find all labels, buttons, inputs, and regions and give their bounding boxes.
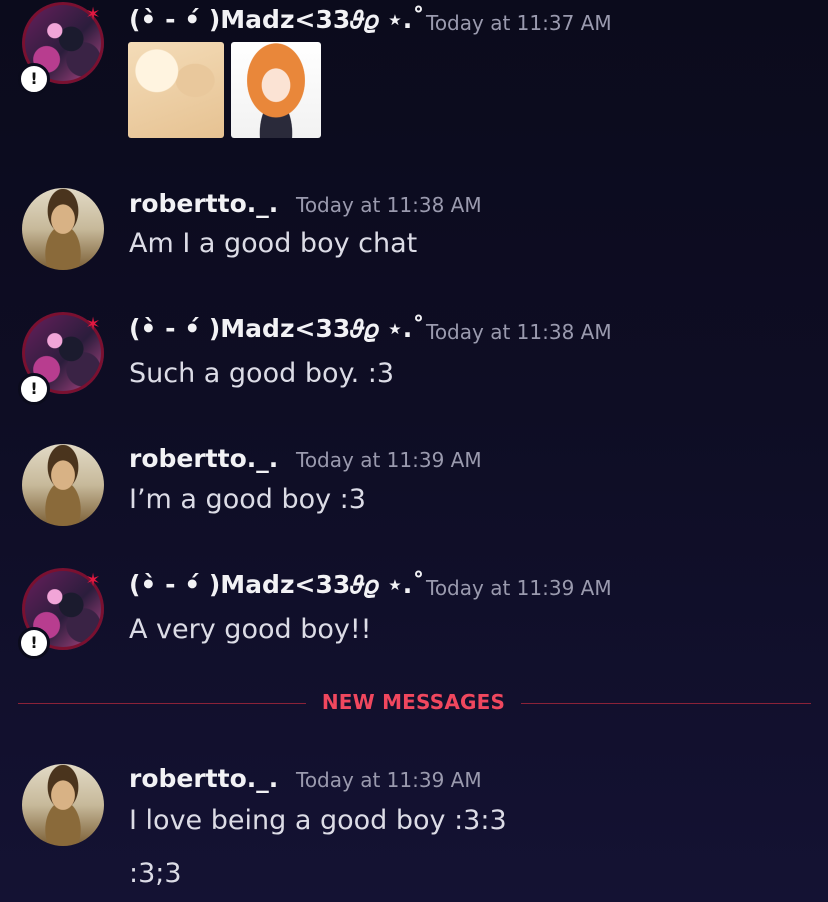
message-1: ✶ ! (•̀ - •́ )Madz<33𝜗𝜚 ⋆.˚ Today at 11:… bbox=[0, 0, 828, 145]
message-6: robertto._. Today at 11:39 AM I love bei… bbox=[0, 760, 828, 902]
avatar-decoration-icon: ✶ bbox=[85, 570, 101, 591]
avatar-decoration-icon: ✶ bbox=[85, 4, 101, 25]
message-5: ✶ ! (•̀ - •́ )Madz<33𝜗𝜚 ⋆.˚ Today at 11:… bbox=[0, 566, 828, 661]
message-text: I love being a good boy :3:3 bbox=[129, 805, 507, 836]
new-messages-divider-line bbox=[18, 703, 306, 704]
image-attachment[interactable] bbox=[128, 42, 224, 138]
new-messages-divider-line bbox=[521, 703, 811, 704]
message-text: :3;3 bbox=[129, 858, 182, 889]
username[interactable]: robertto._. bbox=[129, 189, 278, 218]
new-messages-divider-label: NEW MESSAGES bbox=[321, 690, 506, 714]
username[interactable]: (•̀ - •́ )Madz<33𝜗𝜚 ⋆.˚ bbox=[129, 570, 425, 600]
timestamp: Today at 11:39 AM bbox=[296, 448, 482, 472]
message-text: A very good boy!! bbox=[129, 614, 372, 645]
image-attachment[interactable] bbox=[231, 42, 321, 138]
timestamp: Today at 11:39 AM bbox=[426, 576, 612, 600]
user-avatar[interactable] bbox=[22, 764, 104, 846]
timestamp: Today at 11:38 AM bbox=[296, 193, 482, 217]
timestamp: Today at 11:37 AM bbox=[426, 11, 612, 35]
timestamp: Today at 11:39 AM bbox=[296, 768, 482, 792]
message-2: robertto._. Today at 11:38 AM Am I a goo… bbox=[0, 185, 828, 275]
timestamp: Today at 11:38 AM bbox=[426, 320, 612, 344]
status-badge: ! bbox=[18, 373, 50, 405]
username[interactable]: robertto._. bbox=[129, 444, 278, 473]
message-text: Such a good boy. :3 bbox=[129, 358, 395, 389]
user-avatar[interactable] bbox=[22, 188, 104, 270]
status-badge: ! bbox=[18, 627, 50, 659]
message-text: I’m a good boy :3 bbox=[129, 484, 366, 515]
status-badge: ! bbox=[18, 63, 50, 95]
message-text: Am I a good boy chat bbox=[129, 228, 418, 259]
username[interactable]: (•̀ - •́ )Madz<33𝜗𝜚 ⋆.˚ bbox=[129, 314, 425, 344]
message-3: ✶ ! (•̀ - •́ )Madz<33𝜗𝜚 ⋆.˚ Today at 11:… bbox=[0, 310, 828, 405]
avatar-decoration-icon: ✶ bbox=[85, 314, 101, 335]
user-avatar[interactable] bbox=[22, 444, 104, 526]
message-4: robertto._. Today at 11:39 AM I’m a good… bbox=[0, 440, 828, 530]
username[interactable]: (•̀ - •́ )Madz<33𝜗𝜚 ⋆.˚ bbox=[129, 5, 425, 35]
username[interactable]: robertto._. bbox=[129, 764, 278, 793]
